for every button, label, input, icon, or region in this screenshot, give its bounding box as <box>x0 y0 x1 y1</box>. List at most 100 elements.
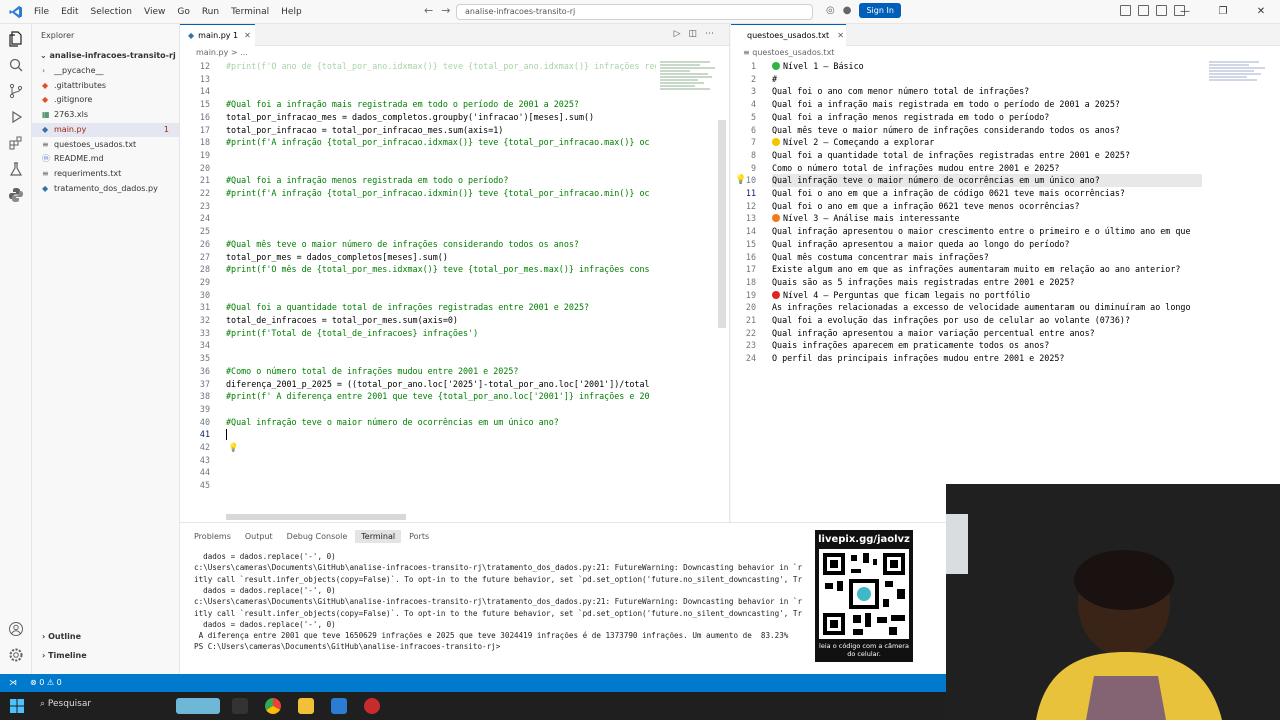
code-line[interactable]: 17 total_por_infracao = total_por_infraca… <box>180 124 720 137</box>
menu-item-selection[interactable]: Selection <box>85 0 138 24</box>
close-tab-icon[interactable]: ✕ <box>837 31 844 40</box>
split-editor-icon[interactable]: ◫ <box>688 29 705 39</box>
chrome-icon[interactable] <box>265 698 281 714</box>
weather-widget-icon[interactable] <box>176 698 220 714</box>
text-line[interactable]: 15 Qual infração apresentou a maior queda… <box>731 238 1271 251</box>
obs-icon[interactable] <box>364 698 380 714</box>
panel-tab-ports[interactable]: Ports <box>403 530 435 543</box>
source-control-icon[interactable] <box>7 82 25 100</box>
taskbar-search[interactable]: ⌕ Pesquisar <box>40 699 91 709</box>
code-line[interactable]: 44 <box>180 466 720 479</box>
file-item[interactable]: ≡ requeriments.txt <box>32 167 179 181</box>
tab-main-py[interactable]: ◆ main.py 1 ✕ <box>180 24 255 46</box>
minimize-icon[interactable]: — <box>1166 0 1204 24</box>
menu-item-file[interactable]: File <box>28 0 55 24</box>
remote-icon[interactable]: ⋊ <box>0 674 26 692</box>
workspace-folder[interactable]: ⌄ analise-infracoes-transito-rj <box>40 51 176 60</box>
text-line[interactable]: 5 Qual foi a infração menos registrada em… <box>731 111 1271 124</box>
code-line[interactable]: 45 <box>180 479 720 492</box>
code-line[interactable]: 16 total_por_infracao_mes = dados_complet… <box>180 111 720 124</box>
code-line[interactable]: 32 total_de_infracoes = total_por_mes.sum… <box>180 314 720 327</box>
menu-item-go[interactable]: Go <box>171 0 195 24</box>
text-line[interactable]: 22 Qual infração apresentou a maior varia… <box>731 327 1271 340</box>
text-line[interactable]: 13 Nível 3 – Análise mais interessante <box>731 212 1271 225</box>
run-file-icon[interactable]: ▷ <box>674 29 689 39</box>
code-line[interactable]: 18 #print(f'A infração {total_por_infraca… <box>180 136 720 149</box>
text-line[interactable]: 8 Qual foi a quantidade total de infraçõe… <box>731 149 1271 162</box>
problems-count[interactable]: ⊗ 0 ⚠ 0 <box>30 674 62 692</box>
code-line[interactable]: 21 #Qual foi a infração menos registrada … <box>180 174 720 187</box>
task-view-icon[interactable] <box>232 698 248 714</box>
breadcrumb[interactable]: main.py > ... <box>196 48 248 57</box>
code-line[interactable]: 43 <box>180 454 720 467</box>
file-item[interactable]: ◆ main.py 1 <box>32 122 179 137</box>
code-line[interactable]: 13 <box>180 73 720 86</box>
horizontal-scrollbar[interactable] <box>226 514 406 520</box>
explorer-icon[interactable] <box>7 30 25 48</box>
panel-tab-output[interactable]: Output <box>239 530 279 543</box>
text-line[interactable]: 21 Qual foi a evolução das infrações por … <box>731 314 1271 327</box>
menu-item-run[interactable]: Run <box>196 0 225 24</box>
run-debug-icon[interactable] <box>7 108 25 126</box>
command-center-search[interactable]: analise-infracoes-transito-rj <box>456 4 813 20</box>
code-line[interactable]: 14 <box>180 85 720 98</box>
file-explorer-icon[interactable] <box>298 698 314 714</box>
more-actions-icon[interactable]: ⋯ <box>705 29 722 39</box>
close-tab-icon[interactable]: ✕ <box>244 31 251 40</box>
code-line[interactable]: 41 <box>180 428 720 441</box>
panel-tab-terminal[interactable]: Terminal <box>355 530 402 543</box>
account-icon[interactable]: ● <box>843 5 852 16</box>
code-line[interactable]: 28 #print(f'O mês de {total_por_mes.idxma… <box>180 263 720 276</box>
close-icon[interactable]: ✕ <box>1242 0 1280 24</box>
code-line[interactable]: 40 #Qual infração teve o maior número de … <box>180 416 720 429</box>
testing-icon[interactable] <box>7 160 25 178</box>
text-line[interactable]: 12 Qual foi o ano em que a infração 0621 … <box>731 200 1271 213</box>
settings-gear-icon[interactable] <box>7 646 25 664</box>
code-line[interactable]: 37 diferença_2001_p_2025 = ((total_por_an… <box>180 378 720 391</box>
nav-arrows-icon[interactable]: ←→ <box>424 4 458 17</box>
breadcrumb[interactable]: ≡ questoes_usados.txt <box>743 48 834 57</box>
code-line[interactable]: 19 <box>180 149 720 162</box>
vertical-scrollbar[interactable] <box>718 120 726 328</box>
file-item[interactable]: ◆ tratamento_dos_dados.py <box>32 182 179 196</box>
text-line[interactable]: 14 Qual infração apresentou o maior cresc… <box>731 225 1271 238</box>
outline-section[interactable]: › Outline <box>32 632 179 641</box>
minimap[interactable] <box>660 60 718 120</box>
code-line[interactable]: 33 #print(f'Total de {total_de_infracoes}… <box>180 327 720 340</box>
code-line[interactable]: 35 <box>180 352 720 365</box>
code-line[interactable]: 23 <box>180 200 720 213</box>
code-line[interactable]: 39 <box>180 403 720 416</box>
menu-item-help[interactable]: Help <box>275 0 308 24</box>
menu-item-view[interactable]: View <box>138 0 171 24</box>
code-line[interactable]: 22 #print(f'A infração {total_por_infraca… <box>180 187 720 200</box>
code-line[interactable]: 12 #print(f'O ano de {total_por_ano.idxma… <box>180 60 720 73</box>
code-line[interactable]: 36 #Como o número total de infrações mudo… <box>180 365 720 378</box>
tab-questoes-usados[interactable]: questoes_usados.txt ✕ <box>731 24 846 46</box>
code-line[interactable]: 27 total_por_mes = dados_completos[meses]… <box>180 251 720 264</box>
lightbulb-icon[interactable]: 💡 <box>735 174 746 187</box>
file-item[interactable]: ≡ questoes_usados.txt <box>32 138 179 152</box>
text-line[interactable]: 20 As infrações relacionadas a excesso de… <box>731 301 1271 314</box>
menu-item-edit[interactable]: Edit <box>55 0 84 24</box>
accounts-icon[interactable] <box>7 620 25 638</box>
text-line[interactable]: 23 Quais infrações aparecem em praticamen… <box>731 339 1271 352</box>
code-line[interactable]: 26 #Qual mês teve o maior número de infra… <box>180 238 720 251</box>
code-line[interactable]: 42 💡 <box>180 441 720 454</box>
code-line[interactable]: 20 <box>180 162 720 175</box>
text-line[interactable]: 2 # <box>731 73 1271 86</box>
menu-item-terminal[interactable]: Terminal <box>225 0 275 24</box>
text-line[interactable]: 17 Existe algum ano em que as infrações a… <box>731 263 1271 276</box>
sign-in-button[interactable]: Sign In <box>859 3 901 18</box>
text-line[interactable]: 18 Quais são as 5 infrações mais registra… <box>731 276 1271 289</box>
text-line[interactable]: 11 Qual foi o ano em que a infração de có… <box>731 187 1271 200</box>
code-line[interactable]: 24 <box>180 212 720 225</box>
text-line[interactable]: 9 Como o número total de infrações mudou … <box>731 162 1271 175</box>
text-line[interactable]: 1 Nível 1 – Básico <box>731 60 1271 73</box>
panel-tab-problems[interactable]: Problems <box>188 530 237 543</box>
text-line[interactable]: 16 Qual mês costuma concentrar mais infra… <box>731 251 1271 264</box>
file-item[interactable]: ◆ .gitignore <box>32 93 179 107</box>
text-line[interactable]: 4 Qual foi a infração mais registrada em … <box>731 98 1271 111</box>
text-line[interactable]: 3 Qual foi o ano com menor número total d… <box>731 85 1271 98</box>
windows-start-icon[interactable] <box>9 698 25 714</box>
vscode-taskbar-icon[interactable] <box>331 698 347 714</box>
